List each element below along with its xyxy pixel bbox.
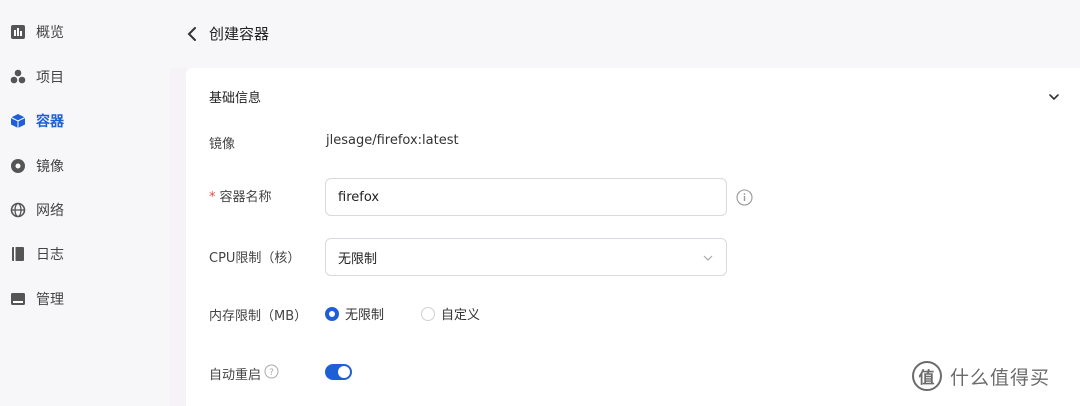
radio-checked-icon xyxy=(325,306,339,321)
info-icon[interactable] xyxy=(736,189,753,206)
chevron-down-icon[interactable] xyxy=(1046,89,1062,105)
chevron-down-icon xyxy=(702,252,714,262)
memory-limit-label: 内存限制（MB） xyxy=(209,309,308,324)
sidebar-item-network[interactable]: 网络 xyxy=(10,198,64,222)
sidebar-item-images[interactable]: 镜像 xyxy=(10,154,64,178)
watermark-text: 什么值得买 xyxy=(950,366,1051,389)
disc-icon xyxy=(10,158,26,174)
sidebar-item-projects[interactable]: 项目 xyxy=(10,65,64,89)
form-card xyxy=(186,68,1080,406)
memory-radio-custom[interactable]: 自定义 xyxy=(421,304,480,323)
cubes-icon xyxy=(10,69,26,85)
page-header xyxy=(170,0,1080,68)
book-icon xyxy=(10,246,26,262)
brand-logo-icon: 值 xyxy=(912,361,942,391)
sidebar-item-label: 管理 xyxy=(36,292,64,308)
sidebar-item-label: 容器 xyxy=(36,114,64,130)
cube-icon xyxy=(10,113,26,129)
cpu-limit-select[interactable]: 无限制 xyxy=(325,238,727,276)
memory-radio-unlimited[interactable]: 无限制 xyxy=(325,304,384,323)
panel-icon xyxy=(10,291,26,307)
globe-icon xyxy=(10,202,26,218)
section-title: 基础信息 xyxy=(209,91,262,106)
auto-restart-toggle[interactable] xyxy=(325,364,352,380)
watermark: 值 什么值得买 xyxy=(912,361,1050,391)
container-name-label: * 容器名称 xyxy=(209,186,272,205)
image-label: 镜像 xyxy=(209,137,236,152)
sidebar-item-label: 日志 xyxy=(36,247,64,263)
back-arrow-icon[interactable] xyxy=(187,24,199,44)
image-value: jlesage/firefox:latest xyxy=(326,133,459,148)
sidebar-item-label: 镜像 xyxy=(36,159,64,175)
cpu-limit-value: 无限制 xyxy=(338,251,378,267)
bar-chart-icon xyxy=(10,24,26,40)
sidebar-item-containers[interactable]: 容器 xyxy=(10,109,64,133)
required-mark: * xyxy=(209,190,216,205)
svg-text:?: ? xyxy=(269,368,274,378)
page-title: 创建容器 xyxy=(209,25,270,43)
sidebar-item-overview[interactable]: 概览 xyxy=(10,20,64,44)
sidebar-item-label: 概览 xyxy=(36,25,64,41)
sidebar-item-logs[interactable]: 日志 xyxy=(10,242,64,266)
sidebar-item-label: 项目 xyxy=(36,70,64,86)
sidebar: 概览 项目 容器 镜像 网络 日志 管理 xyxy=(0,0,170,406)
sidebar-item-management[interactable]: 管理 xyxy=(10,287,64,311)
auto-restart-label: 自动重启 xyxy=(209,368,262,383)
sidebar-item-label: 网络 xyxy=(36,203,64,219)
toggle-knob xyxy=(338,366,350,378)
cpu-limit-label: CPU限制（核） xyxy=(209,251,301,266)
memory-option-label: 自定义 xyxy=(441,308,481,323)
container-name-value: firefox xyxy=(338,189,380,205)
radio-unchecked-icon xyxy=(421,306,435,321)
help-icon[interactable]: ? xyxy=(264,364,279,379)
container-name-label-text: 容器名称 xyxy=(219,190,272,205)
container-name-input[interactable]: firefox xyxy=(325,178,727,216)
memory-option-label: 无限制 xyxy=(345,308,385,323)
